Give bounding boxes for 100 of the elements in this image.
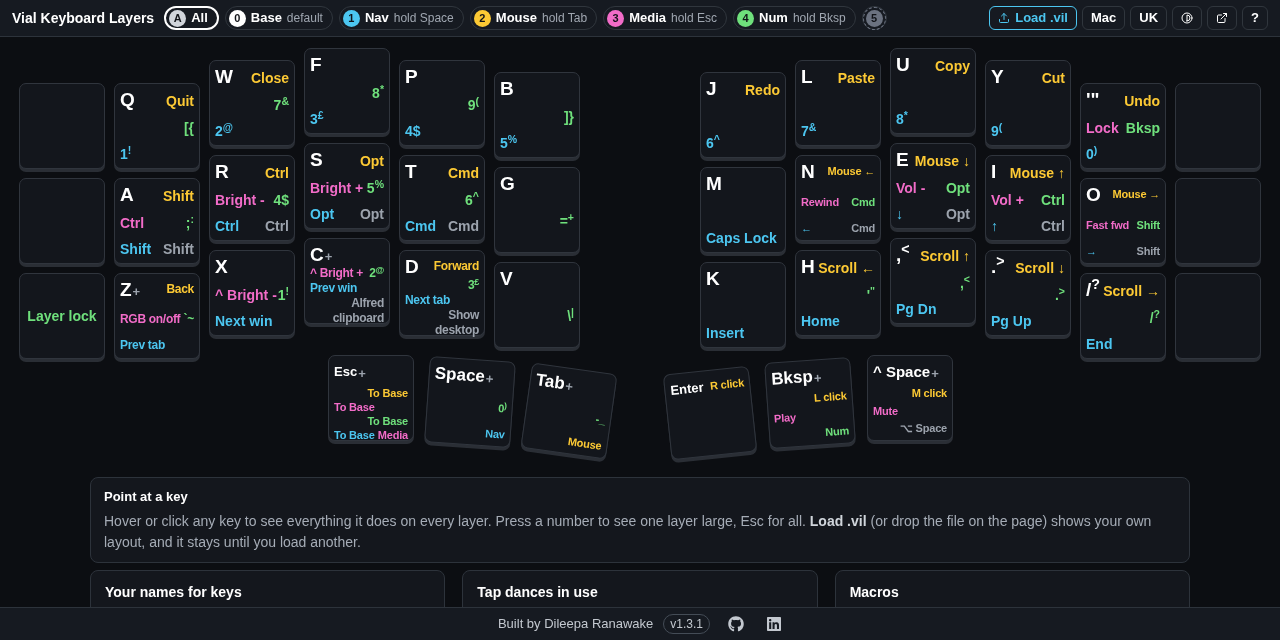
layer-label: Scroll → (1103, 282, 1160, 300)
key[interactable] (19, 83, 105, 169)
key[interactable]: O Mouse → Fast fwd Shift → Shift (1080, 178, 1166, 264)
layer-label: Rewind (801, 195, 839, 209)
locale-button[interactable]: UK (1130, 6, 1168, 30)
key[interactable] (1175, 83, 1261, 169)
key[interactable]: Enter R click (662, 365, 758, 461)
layer-label: Lock (1086, 119, 1119, 137)
key[interactable]: J Redo 6$^{^}$ (700, 72, 786, 158)
key-legend: A (120, 184, 134, 206)
key[interactable]: E Mouse ↓ Vol - Opt ↓ Opt (890, 143, 976, 229)
key[interactable]: Y Cut 9$^{(}$ (985, 60, 1071, 146)
key[interactable]: /$^{?}$ Scroll → /$^{?}$ End (1080, 273, 1166, 359)
layer-label: '$^{"}$ (866, 286, 875, 304)
layer-tab[interactable]: A All (164, 6, 219, 30)
layer-label: 3$^{£}$ (310, 110, 324, 128)
key-legend: Esc (334, 361, 358, 383)
layer-label: Vol + (991, 191, 1024, 209)
layer-label: Ctrl (120, 214, 145, 232)
key[interactable]: P 9$^{(}$ 4$ (399, 60, 485, 146)
key[interactable]: A Shift Ctrl ;$^{:}$ Shift Shift (114, 178, 200, 264)
key[interactable]: V \$^{|}$ (494, 262, 580, 348)
key[interactable]: Bksp + L click Play Num (764, 357, 856, 449)
key[interactable]: '" Undo Lock Bksp 0$^{)}$ (1080, 83, 1166, 169)
key[interactable]: L Paste 7$^{&}$ (795, 60, 881, 146)
layer-label: 2$^{@}$ (215, 122, 234, 140)
load-button[interactable]: Load .vil (989, 6, 1077, 30)
key[interactable]: Space + 0$^{)}$ Nav (424, 356, 516, 448)
hold-label: Nav (484, 426, 506, 442)
key[interactable]: W Close 7$^{&}$ 2$^{@}$ (209, 60, 295, 146)
hold-label: Cmd (447, 217, 479, 235)
key[interactable]: R Ctrl Bright - 4$ Ctrl Ctrl (209, 155, 295, 241)
key-legend: H (801, 256, 815, 278)
key[interactable]: T Cmd 6$^{^}$ Cmd Cmd (399, 155, 485, 241)
key[interactable]: I Mouse ↑ Vol + Ctrl ↑ Ctrl (985, 155, 1071, 241)
layer-label: Vol - (896, 179, 926, 197)
layer-label: .$^{>}$ (1054, 286, 1065, 304)
layer-label: 4$ (405, 122, 421, 140)
key-legend: X (215, 256, 228, 278)
key[interactable]: D Forward 3$^{£}$ Next tab Show desktop (399, 250, 485, 336)
layer-label: Opt (945, 179, 970, 197)
layer-label: Scroll ← (818, 259, 875, 277)
layer-label: Shift (162, 187, 194, 205)
key[interactable]: Layer lock (19, 273, 105, 359)
os-button[interactable]: Mac (1081, 6, 1126, 30)
layer-label: Next tab (405, 293, 450, 308)
layer-label: 6$^{^}$ (706, 134, 720, 152)
key[interactable] (1175, 273, 1261, 359)
key[interactable]: B ]} 5$^{%}$ (494, 72, 580, 158)
layer-label: ← (801, 221, 812, 235)
help-button[interactable]: ? (1242, 6, 1268, 30)
app-title: Vial Keyboard Layers (12, 8, 155, 28)
key[interactable]: C+ ^ Bright + 2$^{@}$ Prev win Alfred clipboard (304, 238, 390, 324)
key[interactable]: ,$^{<}$ Scroll ↑ ,$^{<}$ Pg Dn (890, 238, 976, 324)
key-legend: Y (991, 66, 1004, 88)
key[interactable]: G =$^{+}$ (494, 167, 580, 253)
layer-label: ^ Bright + (310, 266, 363, 281)
hold-label: Opt (359, 205, 384, 223)
layer-label: 2$^{@}$ (369, 266, 384, 281)
linkedin-icon[interactable] (766, 616, 783, 632)
layer-label: =$^{+}$ (559, 212, 574, 230)
layer-label: Ctrl (1040, 191, 1065, 209)
key[interactable]: M Caps Lock (700, 167, 786, 253)
hold-label: Shift (1136, 244, 1160, 258)
layer-label: \$^{|}$ (567, 307, 574, 325)
hold-label: Media (377, 428, 408, 442)
key[interactable]: X ^ Bright -1$^{!}$ Next win (209, 250, 295, 336)
layer-badge: A (169, 9, 187, 27)
layer-label: Opt (310, 205, 335, 223)
external-link-icon (1216, 12, 1229, 24)
key[interactable]: Tab + -_ Mouse (520, 362, 618, 460)
key[interactable]: Esc+ To Base To Base To Base To Base Media (328, 355, 414, 441)
key[interactable]: .$^{>}$ Scroll ↓ .$^{>}$ Pg Up (985, 250, 1071, 336)
key[interactable]: S Opt Bright + 5$^{%}$ Opt Opt (304, 143, 390, 229)
key[interactable]: H Scroll ← '$^{"}$ Home (795, 250, 881, 336)
key-legend: C (310, 244, 324, 266)
key[interactable] (1175, 178, 1261, 264)
layer-label: Scroll ↑ (920, 247, 970, 265)
open-button[interactable] (1207, 6, 1238, 30)
layer-label: Bksp (1125, 119, 1160, 137)
key[interactable]: F 8$^{*}$ 3$^{£}$ (304, 48, 390, 134)
key[interactable]: U Copy 8$^{*}$ (890, 48, 976, 134)
key[interactable] (19, 178, 105, 264)
key-legend: O (1086, 184, 1101, 206)
layer-label: Redo (745, 81, 780, 99)
key[interactable]: N Mouse ← Rewind Cmd ← Cmd (795, 155, 881, 241)
key[interactable]: Q Quit [{ 1$^{!}$ (114, 83, 200, 169)
theme-button[interactable] (1172, 6, 1203, 30)
card-title: Your names for keys (105, 583, 242, 600)
layer-label: Back (166, 282, 194, 297)
key-legend: J (706, 78, 717, 100)
layer-label: 4$ (273, 191, 289, 209)
key[interactable]: Z+ Back RGB on/off `~ Prev tab (114, 273, 200, 359)
key-legend: I (991, 161, 997, 183)
github-icon[interactable] (728, 616, 745, 632)
plus-mark: + (132, 285, 141, 299)
key[interactable]: K Insert (700, 262, 786, 348)
key[interactable]: ^ Space+ M click Mute ⌥ Space (867, 355, 953, 441)
layer-label: 3$^{£}$ (467, 278, 479, 293)
key-legend: Tab (534, 369, 567, 396)
